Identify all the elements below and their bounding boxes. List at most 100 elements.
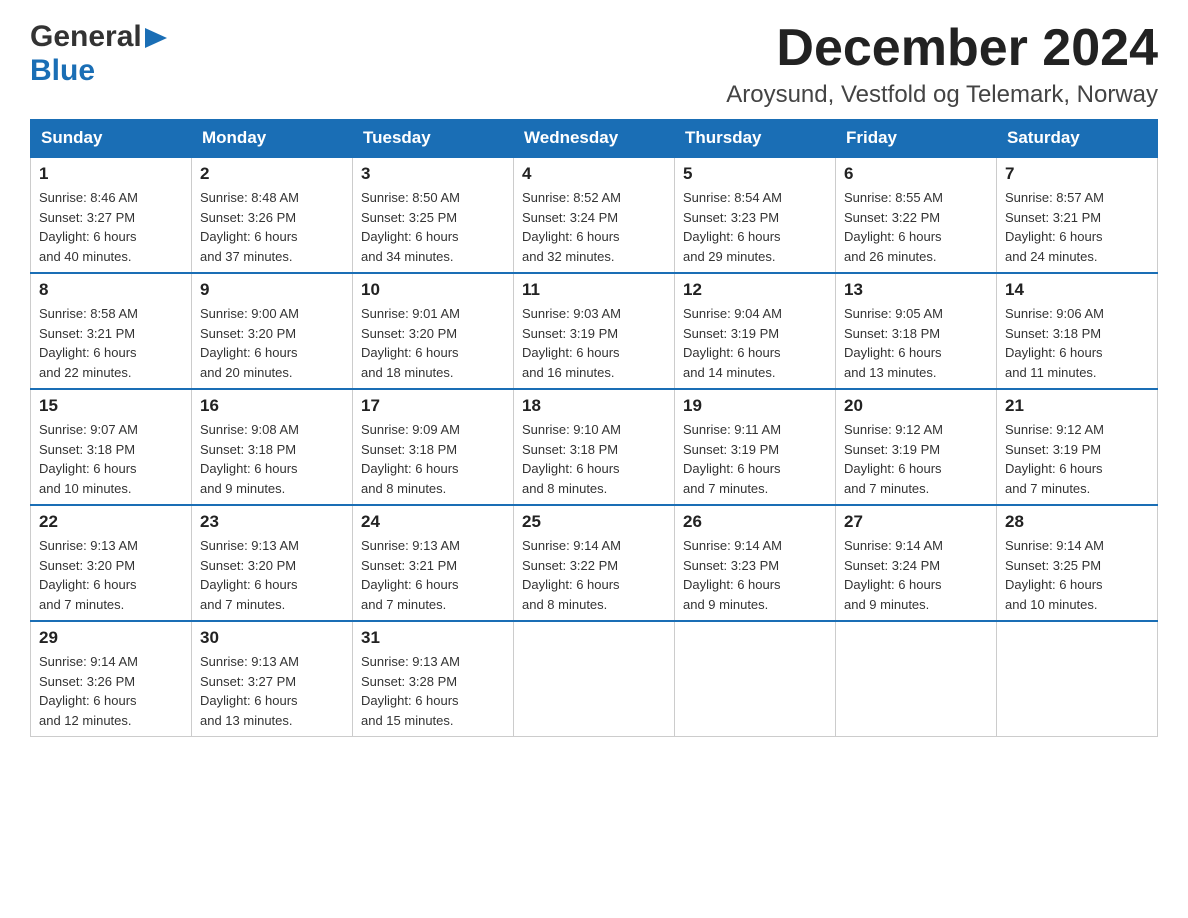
day-number: 30: [200, 628, 344, 648]
calendar-cell: 6 Sunrise: 8:55 AM Sunset: 3:22 PM Daylig…: [836, 157, 997, 273]
day-info: Sunrise: 9:13 AM Sunset: 3:20 PM Dayligh…: [200, 536, 344, 614]
day-number: 6: [844, 164, 988, 184]
day-number: 3: [361, 164, 505, 184]
calendar-title: December 2024: [726, 20, 1158, 77]
day-info: Sunrise: 9:14 AM Sunset: 3:25 PM Dayligh…: [1005, 536, 1149, 614]
weekday-header-tuesday: Tuesday: [353, 120, 514, 158]
day-number: 18: [522, 396, 666, 416]
day-info: Sunrise: 8:48 AM Sunset: 3:26 PM Dayligh…: [200, 188, 344, 266]
header: General Blue December 2024 Aroysund, Ves…: [30, 20, 1158, 109]
calendar-cell: [997, 621, 1158, 737]
calendar-cell: 22Sunrise: 9:13 AM Sunset: 3:20 PM Dayli…: [31, 505, 192, 621]
day-info: Sunrise: 9:00 AM Sunset: 3:20 PM Dayligh…: [200, 304, 344, 382]
calendar-cell: 26 Sunrise: 9:14 AM Sunset: 3:23 PM Dayli…: [675, 505, 836, 621]
calendar-cell: 31 Sunrise: 9:13 AM Sunset: 3:28 PM Dayli…: [353, 621, 514, 737]
weekday-header-row: SundayMondayTuesdayWednesdayThursdayFrid…: [31, 120, 1158, 158]
weekday-header-sunday: Sunday: [31, 120, 192, 158]
weekday-header-monday: Monday: [192, 120, 353, 158]
day-number: 4: [522, 164, 666, 184]
day-info: Sunrise: 9:14 AM Sunset: 3:23 PM Dayligh…: [683, 536, 827, 614]
day-number: 31: [361, 628, 505, 648]
day-info: Sunrise: 9:12 AM Sunset: 3:19 PM Dayligh…: [1005, 420, 1149, 498]
weekday-header-friday: Friday: [836, 120, 997, 158]
day-info: Sunrise: 8:57 AM Sunset: 3:21 PM Dayligh…: [1005, 188, 1149, 266]
day-info: Sunrise: 9:03 AM Sunset: 3:19 PM Dayligh…: [522, 304, 666, 382]
day-info: Sunrise: 9:14 AM Sunset: 3:24 PM Dayligh…: [844, 536, 988, 614]
calendar-cell: [836, 621, 997, 737]
weekday-header-wednesday: Wednesday: [514, 120, 675, 158]
day-number: 2: [200, 164, 344, 184]
calendar-cell: 24 Sunrise: 9:13 AM Sunset: 3:21 PM Dayli…: [353, 505, 514, 621]
calendar-cell: [675, 621, 836, 737]
day-number: 12: [683, 280, 827, 300]
calendar-cell: 9 Sunrise: 9:00 AM Sunset: 3:20 PM Daylig…: [192, 273, 353, 389]
day-number: 14: [1005, 280, 1149, 300]
calendar-subtitle: Aroysund, Vestfold og Telemark, Norway: [726, 81, 1158, 109]
calendar-cell: 8 Sunrise: 8:58 AM Sunset: 3:21 PM Daylig…: [31, 273, 192, 389]
day-info: Sunrise: 9:13 AM Sunset: 3:28 PM Dayligh…: [361, 652, 505, 730]
calendar-cell: 2 Sunrise: 8:48 AM Sunset: 3:26 PM Daylig…: [192, 157, 353, 273]
day-info: Sunrise: 8:55 AM Sunset: 3:22 PM Dayligh…: [844, 188, 988, 266]
day-info: Sunrise: 9:04 AM Sunset: 3:19 PM Dayligh…: [683, 304, 827, 382]
day-info: Sunrise: 9:14 AM Sunset: 3:22 PM Dayligh…: [522, 536, 666, 614]
day-info: Sunrise: 8:52 AM Sunset: 3:24 PM Dayligh…: [522, 188, 666, 266]
day-number: 27: [844, 512, 988, 532]
day-number: 9: [200, 280, 344, 300]
calendar-table: SundayMondayTuesdayWednesdayThursdayFrid…: [30, 119, 1158, 737]
calendar-cell: 3 Sunrise: 8:50 AM Sunset: 3:25 PM Daylig…: [353, 157, 514, 273]
calendar-cell: 29Sunrise: 9:14 AM Sunset: 3:26 PM Dayli…: [31, 621, 192, 737]
calendar-cell: 17Sunrise: 9:09 AM Sunset: 3:18 PM Dayli…: [353, 389, 514, 505]
day-info: Sunrise: 8:58 AM Sunset: 3:21 PM Dayligh…: [39, 304, 183, 382]
day-info: Sunrise: 9:06 AM Sunset: 3:18 PM Dayligh…: [1005, 304, 1149, 382]
day-number: 15: [39, 396, 183, 416]
week-row-5: 29Sunrise: 9:14 AM Sunset: 3:26 PM Dayli…: [31, 621, 1158, 737]
calendar-cell: 11 Sunrise: 9:03 AM Sunset: 3:19 PM Dayli…: [514, 273, 675, 389]
day-number: 23: [200, 512, 344, 532]
calendar-cell: 21Sunrise: 9:12 AM Sunset: 3:19 PM Dayli…: [997, 389, 1158, 505]
day-info: Sunrise: 8:50 AM Sunset: 3:25 PM Dayligh…: [361, 188, 505, 266]
day-number: 20: [844, 396, 988, 416]
day-number: 28: [1005, 512, 1149, 532]
logo: General Blue: [30, 20, 167, 88]
title-area: December 2024 Aroysund, Vestfold og Tele…: [726, 20, 1158, 109]
day-info: Sunrise: 9:13 AM Sunset: 3:21 PM Dayligh…: [361, 536, 505, 614]
day-number: 13: [844, 280, 988, 300]
calendar-cell: 10Sunrise: 9:01 AM Sunset: 3:20 PM Dayli…: [353, 273, 514, 389]
logo-general: General: [30, 20, 142, 54]
calendar-cell: 27 Sunrise: 9:14 AM Sunset: 3:24 PM Dayli…: [836, 505, 997, 621]
day-number: 24: [361, 512, 505, 532]
calendar-cell: 13 Sunrise: 9:05 AM Sunset: 3:18 PM Dayli…: [836, 273, 997, 389]
calendar-cell: 7Sunrise: 8:57 AM Sunset: 3:21 PM Daylig…: [997, 157, 1158, 273]
calendar-cell: 18 Sunrise: 9:10 AM Sunset: 3:18 PM Dayli…: [514, 389, 675, 505]
day-number: 26: [683, 512, 827, 532]
week-row-2: 8 Sunrise: 8:58 AM Sunset: 3:21 PM Daylig…: [31, 273, 1158, 389]
day-number: 22: [39, 512, 183, 532]
day-info: Sunrise: 9:09 AM Sunset: 3:18 PM Dayligh…: [361, 420, 505, 498]
day-info: Sunrise: 9:12 AM Sunset: 3:19 PM Dayligh…: [844, 420, 988, 498]
day-number: 11: [522, 280, 666, 300]
logo-arrow-icon: [145, 28, 167, 48]
day-info: Sunrise: 9:13 AM Sunset: 3:27 PM Dayligh…: [200, 652, 344, 730]
day-number: 10: [361, 280, 505, 300]
day-number: 29: [39, 628, 183, 648]
calendar-cell: 14 Sunrise: 9:06 AM Sunset: 3:18 PM Dayli…: [997, 273, 1158, 389]
calendar-cell: 12 Sunrise: 9:04 AM Sunset: 3:19 PM Dayli…: [675, 273, 836, 389]
day-info: Sunrise: 8:46 AM Sunset: 3:27 PM Dayligh…: [39, 188, 183, 266]
calendar-cell: 16 Sunrise: 9:08 AM Sunset: 3:18 PM Dayli…: [192, 389, 353, 505]
calendar-cell: 25Sunrise: 9:14 AM Sunset: 3:22 PM Dayli…: [514, 505, 675, 621]
calendar-cell: 30 Sunrise: 9:13 AM Sunset: 3:27 PM Dayli…: [192, 621, 353, 737]
logo-blue: Blue: [30, 54, 95, 88]
day-number: 16: [200, 396, 344, 416]
week-row-3: 15 Sunrise: 9:07 AM Sunset: 3:18 PM Dayli…: [31, 389, 1158, 505]
day-info: Sunrise: 9:05 AM Sunset: 3:18 PM Dayligh…: [844, 304, 988, 382]
weekday-header-thursday: Thursday: [675, 120, 836, 158]
calendar-cell: 15 Sunrise: 9:07 AM Sunset: 3:18 PM Dayli…: [31, 389, 192, 505]
day-info: Sunrise: 9:07 AM Sunset: 3:18 PM Dayligh…: [39, 420, 183, 498]
week-row-1: 1 Sunrise: 8:46 AM Sunset: 3:27 PM Daylig…: [31, 157, 1158, 273]
day-info: Sunrise: 9:10 AM Sunset: 3:18 PM Dayligh…: [522, 420, 666, 498]
week-row-4: 22 Sunrise: 9:13 AM Sunset: 3:20 PM Dayli…: [31, 505, 1158, 621]
day-number: 8: [39, 280, 183, 300]
day-number: 1: [39, 164, 183, 184]
day-info: Sunrise: 8:54 AM Sunset: 3:23 PM Dayligh…: [683, 188, 827, 266]
day-info: Sunrise: 9:08 AM Sunset: 3:18 PM Dayligh…: [200, 420, 344, 498]
